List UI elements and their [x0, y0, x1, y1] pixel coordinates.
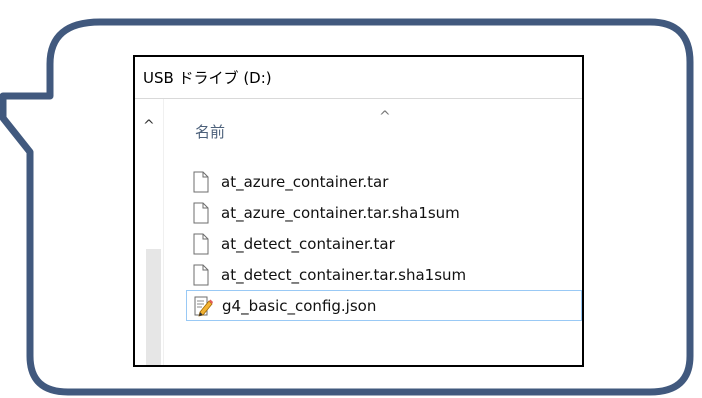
file-explorer-window: USB ドライブ (D:) ^ ^ 名前 at_azure_container.… [133, 55, 584, 367]
file-name: g4_basic_config.json [222, 296, 377, 315]
file-row[interactable]: at_detect_container.tar [190, 228, 582, 259]
document-icon [193, 202, 209, 223]
column-header-name[interactable]: 名前 [195, 121, 225, 142]
document-icon [193, 233, 209, 254]
navigation-scrollbar[interactable] [146, 249, 161, 365]
file-name: at_detect_container.tar [221, 234, 395, 253]
pane-divider[interactable] [163, 99, 164, 365]
scroll-up-icon[interactable]: ^ [143, 119, 155, 133]
window-title: USB ドライブ (D:) [135, 57, 582, 99]
file-row-selected[interactable]: g4_basic_config.json [186, 290, 582, 321]
document-icon [193, 264, 209, 285]
document-icon [193, 171, 209, 192]
file-name: at_detect_container.tar.sha1sum [221, 265, 467, 284]
file-list: at_azure_container.tar at_azure_containe… [186, 166, 582, 321]
file-name: at_azure_container.tar.sha1sum [221, 203, 460, 222]
sort-ascending-icon: ^ [379, 109, 391, 125]
file-name: at_azure_container.tar [221, 172, 389, 191]
json-edit-icon [194, 296, 213, 317]
file-row[interactable]: at_azure_container.tar.sha1sum [190, 197, 582, 228]
file-row[interactable]: at_detect_container.tar.sha1sum [190, 259, 582, 290]
navigation-pane: ^ [135, 99, 163, 365]
file-row[interactable]: at_azure_container.tar [190, 166, 582, 197]
